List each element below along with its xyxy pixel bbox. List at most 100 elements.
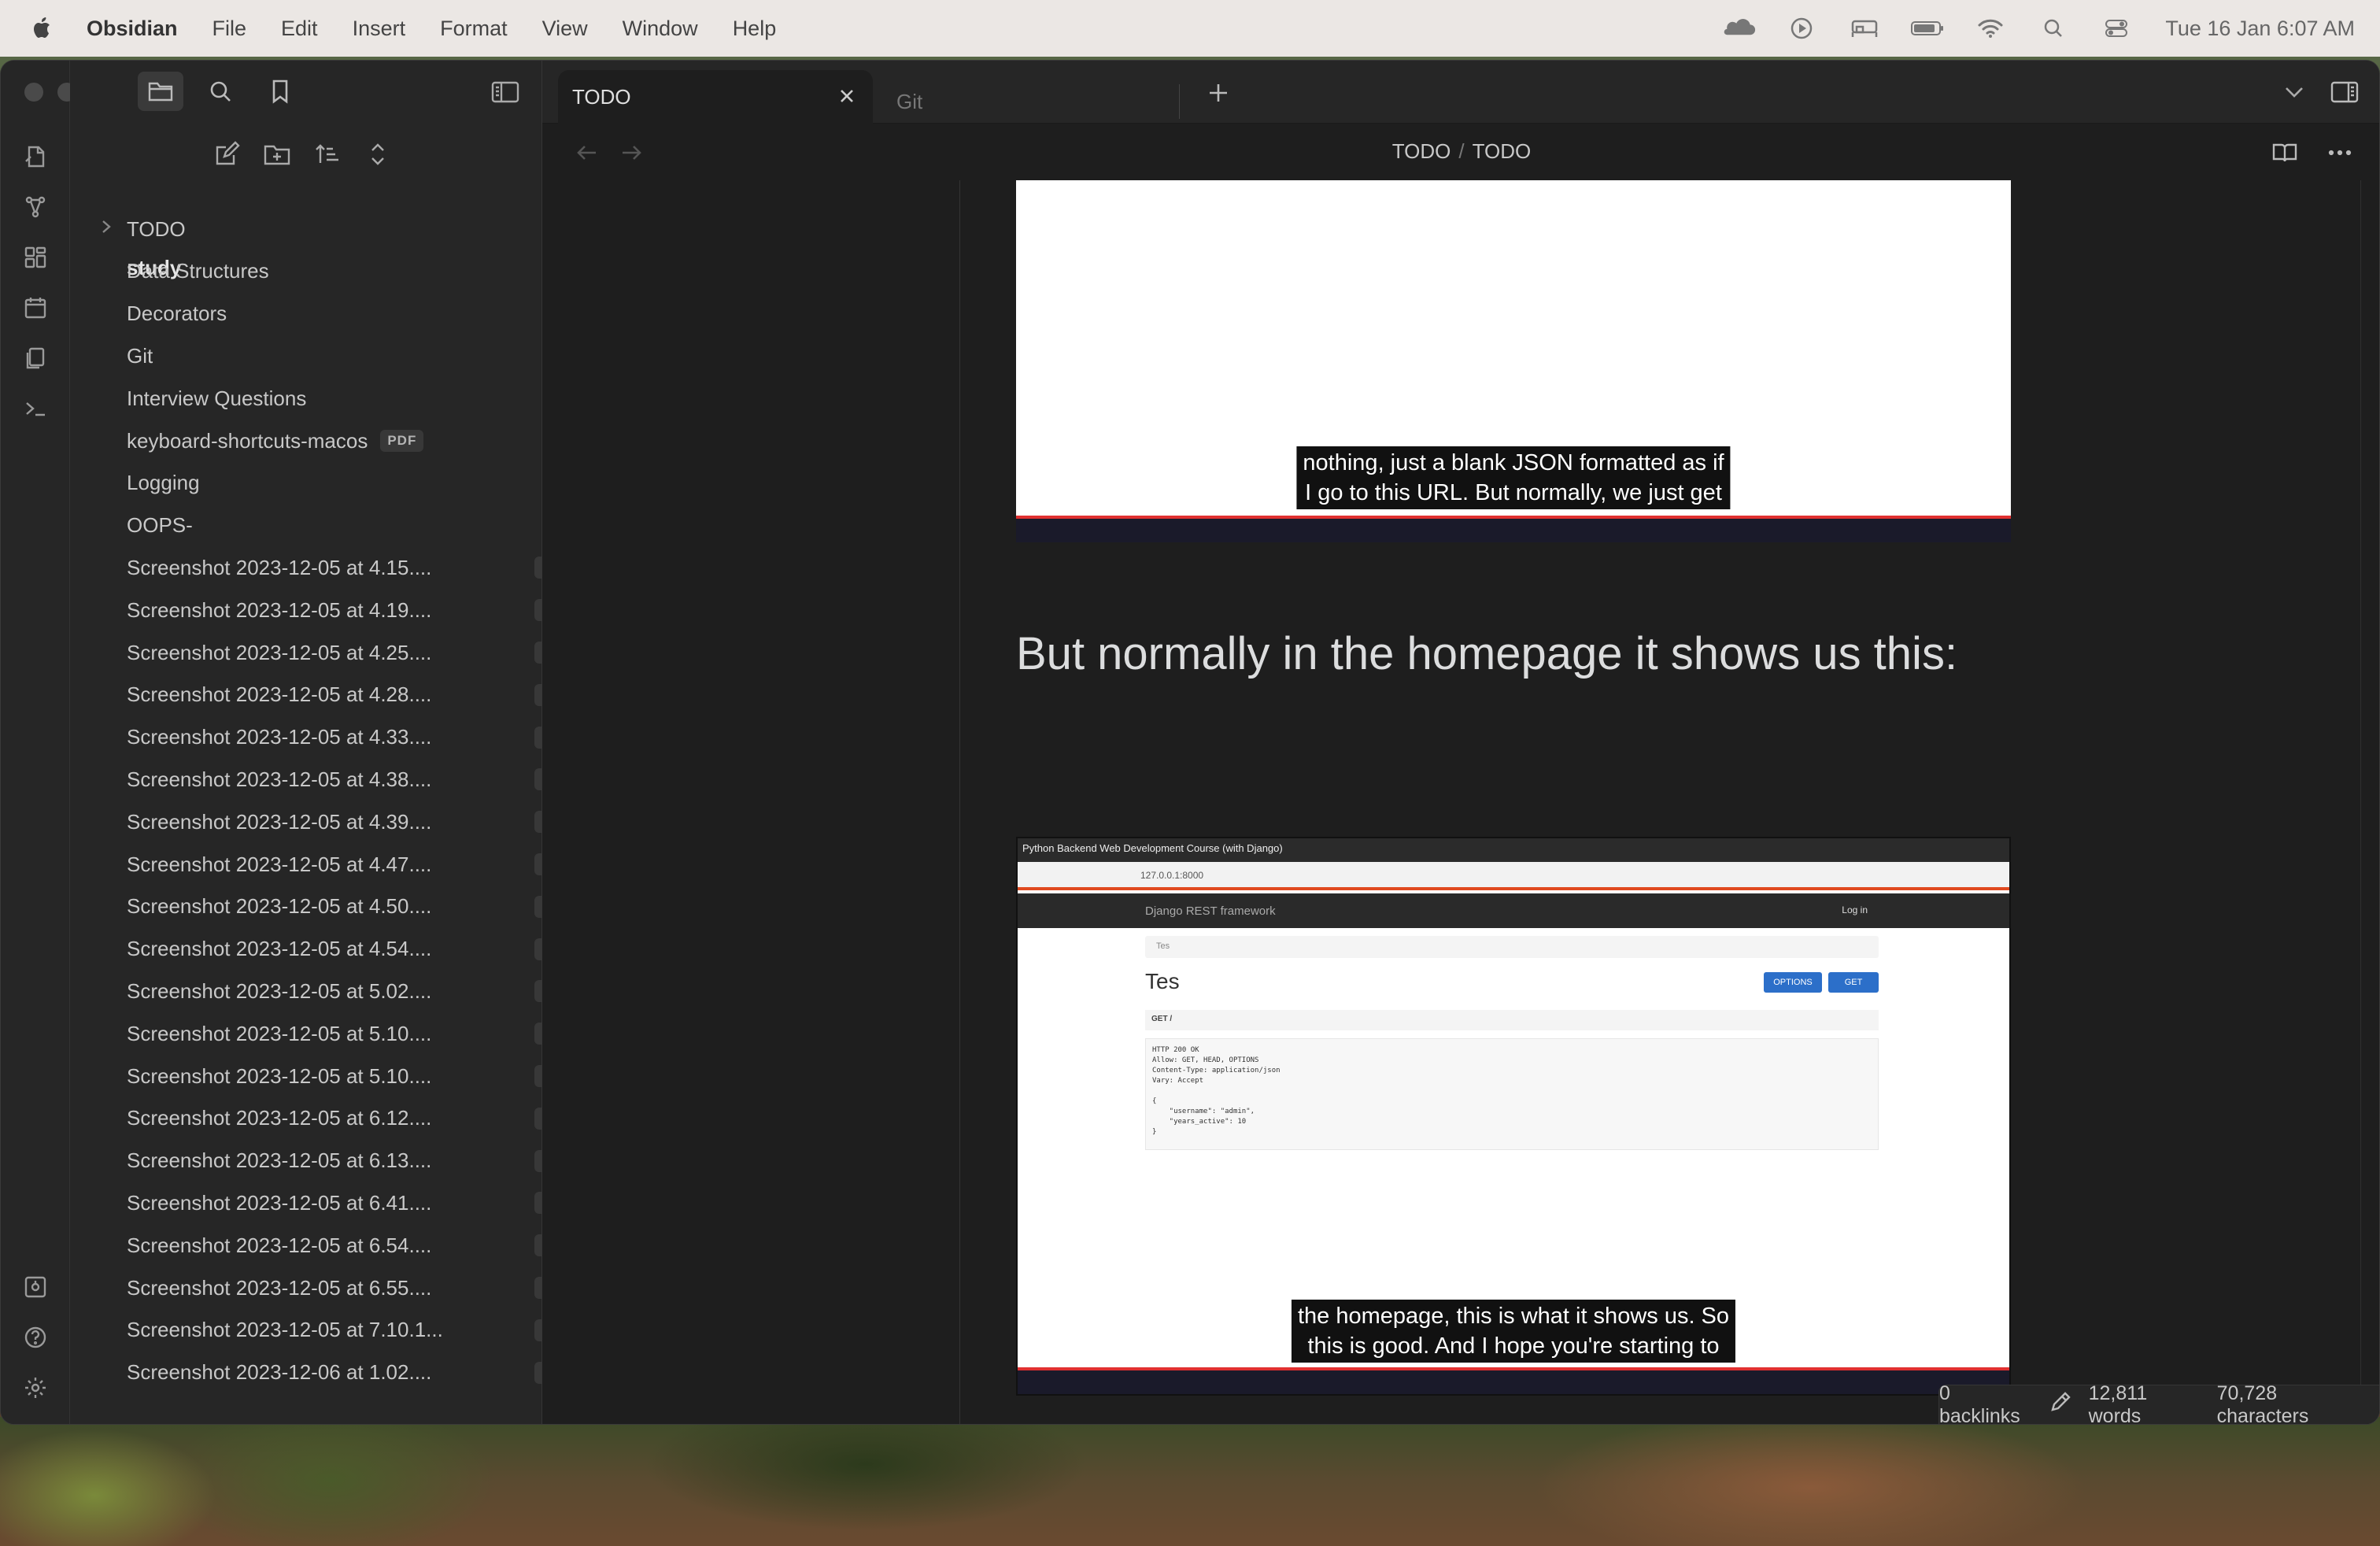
- wifi-icon[interactable]: [1973, 17, 2008, 40]
- file-explorer-actions: [210, 138, 394, 171]
- bed-icon[interactable]: [1847, 17, 1882, 40]
- new-folder-icon[interactable]: [261, 138, 294, 171]
- file-item[interactable]: OOPS-: [127, 505, 193, 547]
- play-circle-icon[interactable]: [1784, 17, 1819, 40]
- file-item[interactable]: Screenshot 2023-12-05 at 4.15....PNG: [127, 546, 580, 589]
- file-item[interactable]: Screenshot 2023-12-05 at 4.39....PNG: [127, 801, 580, 843]
- bookmarks-tab-icon[interactable]: [257, 72, 303, 111]
- tab-todo[interactable]: TODO: [558, 70, 873, 124]
- file-item[interactable]: Screenshot 2023-12-05 at 5.02....PNG: [127, 970, 580, 1012]
- app-name-menu[interactable]: Obsidian: [87, 17, 178, 41]
- search-icon[interactable]: [2036, 17, 2071, 40]
- close-tab-icon[interactable]: [835, 84, 859, 108]
- menu-edit[interactable]: Edit: [281, 17, 318, 41]
- file-item-label: Screenshot 2023-12-05 at 5.10....: [127, 1021, 432, 1045]
- file-item[interactable]: keyboard-shortcuts-macos PDF: [127, 420, 424, 462]
- search-tab-icon[interactable]: [198, 72, 243, 111]
- open-quick-switcher-icon[interactable]: [18, 139, 53, 174]
- video-player-bar: [1018, 1367, 2009, 1394]
- tab-list-chevron-down-icon[interactable]: [2277, 75, 2312, 109]
- file-item[interactable]: Screenshot 2023-12-05 at 6.13....PNG: [127, 1140, 580, 1182]
- new-tab-plus-icon[interactable]: [1200, 75, 1236, 111]
- file-item-label: Screenshot 2023-12-06 at 1.02....: [127, 1360, 432, 1385]
- close-window-button[interactable]: [24, 83, 43, 102]
- new-note-icon[interactable]: [210, 138, 243, 171]
- breadcrumb-folder[interactable]: TODO: [1392, 139, 1451, 163]
- file-item[interactable]: Screenshot 2023-12-05 at 4.47....PNG: [127, 843, 580, 886]
- file-item[interactable]: Screenshot 2023-12-06 at 1.02....PNG: [127, 1352, 580, 1394]
- settings-gear-icon[interactable]: [18, 1370, 53, 1405]
- menu-file[interactable]: File: [213, 17, 247, 41]
- file-item-label: Screenshot 2023-12-05 at 4.25....: [127, 640, 432, 664]
- collapse-sidebar-icon[interactable]: [486, 76, 524, 108]
- backlinks-count[interactable]: 0 backlinks: [1939, 1382, 2032, 1425]
- control-center-icon[interactable]: [2099, 17, 2134, 40]
- calendar-icon[interactable]: [18, 290, 53, 325]
- file-item[interactable]: Logging: [127, 462, 200, 505]
- file-item-label: Interview Questions: [127, 386, 307, 410]
- file-item-label: Screenshot 2023-12-05 at 4.47....: [127, 852, 432, 876]
- desktop-wallpaper: [0, 1417, 2380, 1546]
- reading-view-book-icon[interactable]: [2267, 136, 2302, 169]
- file-item[interactable]: Screenshot 2023-12-05 at 4.54....PNG: [127, 928, 580, 971]
- video-caption-1: nothing, just a blank JSON formatted as …: [1296, 446, 1731, 509]
- cloud-icon[interactable]: [1721, 17, 1756, 40]
- file-item[interactable]: Data Structures: [127, 250, 269, 293]
- file-item[interactable]: Screenshot 2023-12-05 at 6.55....PNG: [127, 1267, 580, 1309]
- canvas-icon[interactable]: [18, 240, 53, 275]
- chevron-right-icon[interactable]: [100, 218, 119, 240]
- file-item[interactable]: Screenshot 2023-12-05 at 4.33....PNG: [127, 716, 580, 759]
- menu-insert[interactable]: Insert: [353, 17, 406, 41]
- help-icon[interactable]: [18, 1320, 53, 1355]
- drf-page-title: Tes: [1145, 969, 1180, 993]
- file-item[interactable]: Screenshot 2023-12-05 at 4.50....PNG: [127, 886, 580, 928]
- sort-order-icon[interactable]: [311, 138, 344, 171]
- file-item-label: Screenshot 2023-12-05 at 4.19....: [127, 597, 432, 622]
- battery-icon[interactable]: [1910, 17, 1945, 40]
- menu-help[interactable]: Help: [733, 17, 777, 41]
- files-tab-folder-icon[interactable]: [138, 72, 183, 111]
- graph-view-icon[interactable]: [18, 190, 53, 224]
- vault-switcher-icon[interactable]: [18, 1270, 53, 1304]
- edit-pencil-icon[interactable]: [2049, 1391, 2071, 1418]
- folder-item[interactable]: TODO: [102, 208, 186, 250]
- file-item[interactable]: Screenshot 2023-12-05 at 6.12....PNG: [127, 1097, 580, 1140]
- file-item-label: Screenshot 2023-12-05 at 7.10.1...: [127, 1318, 443, 1342]
- file-item-label: Screenshot 2023-12-05 at 4.50....: [127, 894, 432, 919]
- file-item[interactable]: Decorators: [127, 293, 227, 335]
- menu-format[interactable]: Format: [440, 17, 508, 41]
- note-heading: But normally in the homepage it shows us…: [1016, 628, 1958, 679]
- apple-menu-icon[interactable]: [31, 15, 55, 42]
- file-item[interactable]: Screenshot 2023-12-05 at 4.28....PNG: [127, 674, 580, 716]
- breadcrumb-note-title[interactable]: TODO: [1473, 139, 1532, 163]
- caption-line: this is good. And I hope you're starting…: [1307, 1333, 1720, 1359]
- templates-icon[interactable]: [18, 341, 53, 375]
- tab-git[interactable]: Git: [881, 84, 1180, 119]
- embedded-screenshot-1[interactable]: nothing, just a blank JSON formatted as …: [1016, 180, 2011, 542]
- file-item[interactable]: Screenshot 2023-12-05 at 4.38....PNG: [127, 758, 580, 801]
- more-options-icon[interactable]: [2323, 136, 2357, 169]
- file-item-label: Screenshot 2023-12-05 at 6.13....: [127, 1148, 432, 1173]
- file-item[interactable]: Screenshot 2023-12-05 at 7.10.1...PNG: [127, 1309, 580, 1352]
- menu-clock[interactable]: Tue 16 Jan 6:07 AM: [2165, 17, 2355, 41]
- embedded-screenshot-2[interactable]: Python Backend Web Development Course (w…: [1016, 837, 2011, 1396]
- drf-navbar: Django REST framework Log in: [1018, 893, 2009, 928]
- browser-url: 127.0.0.1:8000: [1140, 870, 1204, 881]
- file-item[interactable]: Screenshot 2023-12-05 at 6.54....PNG: [127, 1224, 580, 1267]
- file-item[interactable]: Interview Questions: [127, 377, 306, 420]
- menu-view[interactable]: View: [542, 17, 588, 41]
- expand-collapse-all-icon[interactable]: [361, 138, 394, 171]
- menu-window[interactable]: Window: [623, 17, 698, 41]
- file-item[interactable]: Screenshot 2023-12-05 at 4.19....PNG: [127, 589, 580, 631]
- file-item[interactable]: Screenshot 2023-12-05 at 4.25....PNG: [127, 631, 580, 674]
- file-item[interactable]: Screenshot 2023-12-05 at 5.10....PNG: [127, 1055, 580, 1097]
- left-ribbon: [1, 61, 109, 1424]
- file-item[interactable]: Git: [127, 335, 153, 377]
- toggle-right-sidebar-icon[interactable]: [2326, 75, 2363, 109]
- note-editor[interactable]: nothing, just a blank JSON formatted as …: [542, 180, 2379, 1424]
- file-item[interactable]: Screenshot 2023-12-05 at 6.41....PNG: [127, 1182, 580, 1224]
- terminal-icon[interactable]: [18, 391, 53, 426]
- editor-divider: [959, 180, 960, 1424]
- file-item[interactable]: Screenshot 2023-12-05 at 5.10....PNG: [127, 1012, 580, 1055]
- editor-scrollbar[interactable]: [2360, 180, 2379, 1424]
